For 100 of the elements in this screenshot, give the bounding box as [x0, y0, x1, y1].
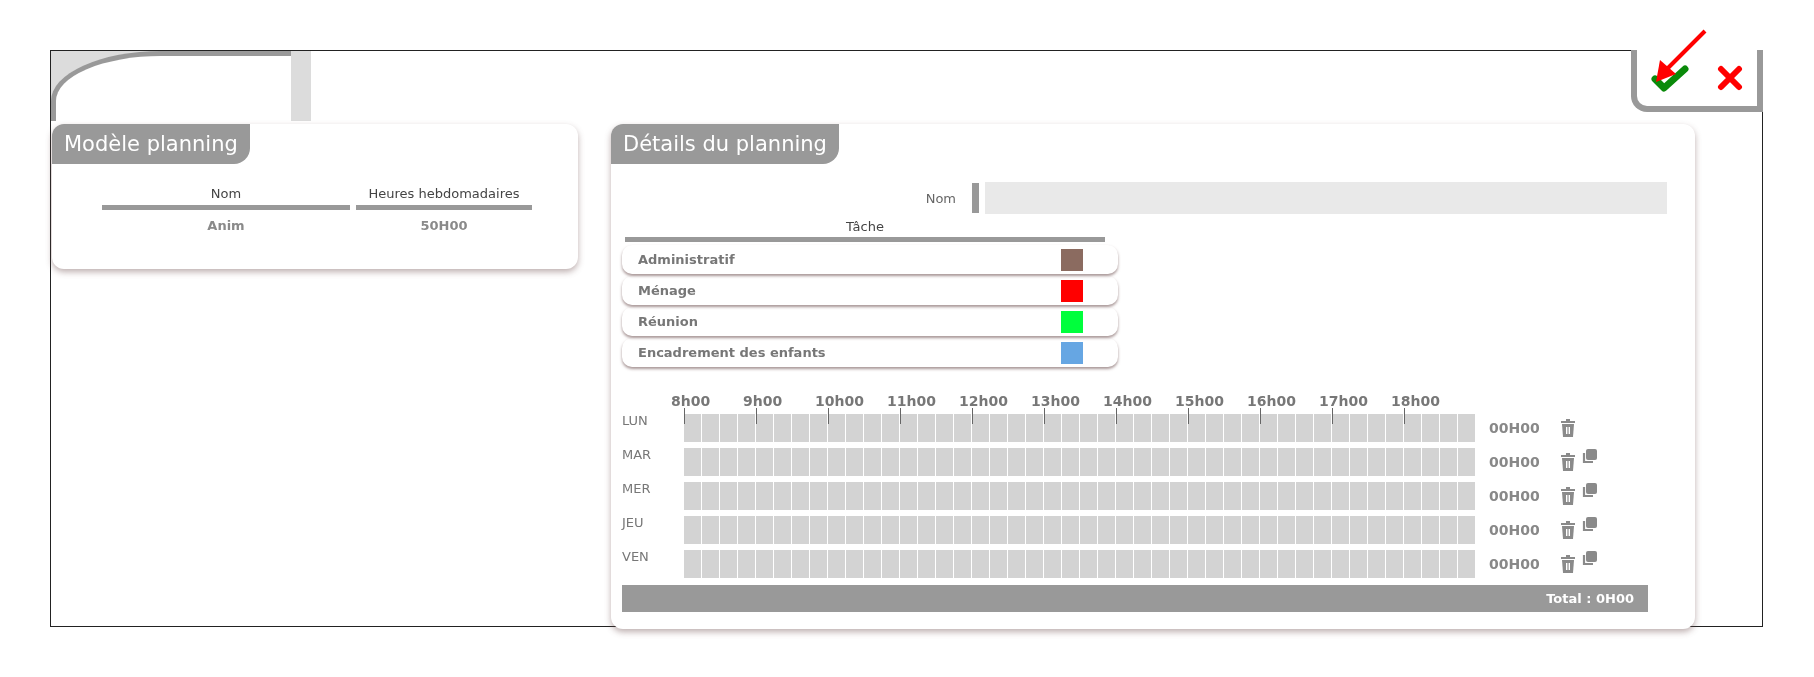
time-slot[interactable]: [900, 482, 917, 510]
time-slot[interactable]: [1008, 448, 1025, 476]
time-slot[interactable]: [1152, 414, 1169, 442]
time-slot[interactable]: [1242, 550, 1259, 578]
copy-icon[interactable]: [1581, 449, 1597, 465]
time-slot[interactable]: [1026, 482, 1043, 510]
time-slot[interactable]: [810, 550, 827, 578]
time-slot[interactable]: [864, 482, 881, 510]
time-slot[interactable]: [774, 516, 791, 544]
trash-icon[interactable]: [1561, 521, 1575, 539]
time-slot[interactable]: [846, 550, 863, 578]
time-slot[interactable]: [774, 414, 791, 442]
time-slot[interactable]: [702, 516, 719, 544]
time-slot[interactable]: [1440, 550, 1457, 578]
time-slot[interactable]: [1314, 516, 1331, 544]
time-slot[interactable]: [1314, 482, 1331, 510]
time-slot[interactable]: [1260, 414, 1277, 442]
time-slot[interactable]: [882, 414, 899, 442]
time-slot[interactable]: [990, 414, 1007, 442]
time-slot[interactable]: [810, 448, 827, 476]
time-slot[interactable]: [1422, 550, 1439, 578]
time-slot[interactable]: [1206, 516, 1223, 544]
time-slot[interactable]: [828, 482, 845, 510]
time-slot[interactable]: [1296, 550, 1313, 578]
time-slot[interactable]: [936, 550, 953, 578]
time-slot[interactable]: [900, 414, 917, 442]
time-slot[interactable]: [1314, 550, 1331, 578]
time-slot[interactable]: [1134, 414, 1151, 442]
time-slot[interactable]: [1422, 448, 1439, 476]
time-slot[interactable]: [1404, 482, 1421, 510]
time-slot[interactable]: [1350, 482, 1367, 510]
time-slot[interactable]: [1260, 516, 1277, 544]
time-slot[interactable]: [1458, 414, 1475, 442]
time-slot[interactable]: [1386, 414, 1403, 442]
time-slot[interactable]: [1224, 414, 1241, 442]
time-slot[interactable]: [1350, 516, 1367, 544]
time-slot[interactable]: [1314, 414, 1331, 442]
copy-icon[interactable]: [1581, 551, 1597, 567]
time-slot[interactable]: [972, 414, 989, 442]
time-slot[interactable]: [810, 516, 827, 544]
time-slot[interactable]: [1278, 550, 1295, 578]
time-slot[interactable]: [1422, 516, 1439, 544]
time-slot[interactable]: [684, 516, 701, 544]
time-slot[interactable]: [1260, 482, 1277, 510]
task-item[interactable]: Encadrement des enfants: [622, 338, 1118, 367]
time-slot[interactable]: [1278, 516, 1295, 544]
time-slot[interactable]: [720, 414, 737, 442]
time-slot[interactable]: [756, 448, 773, 476]
time-slot[interactable]: [1332, 448, 1349, 476]
task-item[interactable]: Administratif: [622, 245, 1118, 274]
time-slot[interactable]: [1026, 448, 1043, 476]
time-slot[interactable]: [1368, 448, 1385, 476]
time-slot[interactable]: [1080, 550, 1097, 578]
time-slot[interactable]: [1098, 550, 1115, 578]
time-slot[interactable]: [1008, 550, 1025, 578]
time-slot[interactable]: [684, 550, 701, 578]
time-slot[interactable]: [1206, 550, 1223, 578]
time-slot[interactable]: [864, 550, 881, 578]
time-slot[interactable]: [1422, 482, 1439, 510]
time-slot[interactable]: [918, 448, 935, 476]
time-slot[interactable]: [882, 448, 899, 476]
time-slot[interactable]: [918, 550, 935, 578]
time-slot[interactable]: [1044, 516, 1061, 544]
time-slot[interactable]: [1188, 448, 1205, 476]
time-slot[interactable]: [1170, 550, 1187, 578]
trash-icon[interactable]: [1561, 453, 1575, 471]
copy-icon[interactable]: [1581, 517, 1597, 533]
time-slot[interactable]: [1296, 448, 1313, 476]
time-slot[interactable]: [1098, 414, 1115, 442]
time-slot[interactable]: [1062, 482, 1079, 510]
time-slot[interactable]: [864, 448, 881, 476]
time-slot[interactable]: [738, 516, 755, 544]
time-slot[interactable]: [756, 482, 773, 510]
time-slot[interactable]: [1278, 482, 1295, 510]
time-slot[interactable]: [1098, 448, 1115, 476]
time-slot[interactable]: [1116, 448, 1133, 476]
time-slot[interactable]: [1368, 516, 1385, 544]
time-slot[interactable]: [774, 482, 791, 510]
time-slot[interactable]: [1170, 482, 1187, 510]
time-slot[interactable]: [846, 482, 863, 510]
time-slot[interactable]: [1260, 550, 1277, 578]
time-slot[interactable]: [1116, 414, 1133, 442]
task-item[interactable]: Réunion: [622, 307, 1118, 336]
time-slot[interactable]: [882, 550, 899, 578]
time-slot[interactable]: [1332, 482, 1349, 510]
time-slot[interactable]: [684, 448, 701, 476]
time-slot[interactable]: [1044, 550, 1061, 578]
time-slot[interactable]: [828, 516, 845, 544]
time-slot[interactable]: [1134, 482, 1151, 510]
time-slot[interactable]: [792, 482, 809, 510]
time-slot[interactable]: [828, 414, 845, 442]
time-slot[interactable]: [1008, 516, 1025, 544]
time-slot[interactable]: [1170, 448, 1187, 476]
time-slot[interactable]: [1440, 448, 1457, 476]
task-item[interactable]: Ménage: [622, 276, 1118, 305]
time-slot[interactable]: [774, 550, 791, 578]
time-slot[interactable]: [1116, 550, 1133, 578]
time-slot[interactable]: [702, 414, 719, 442]
time-slot[interactable]: [954, 414, 971, 442]
time-slot[interactable]: [1188, 414, 1205, 442]
